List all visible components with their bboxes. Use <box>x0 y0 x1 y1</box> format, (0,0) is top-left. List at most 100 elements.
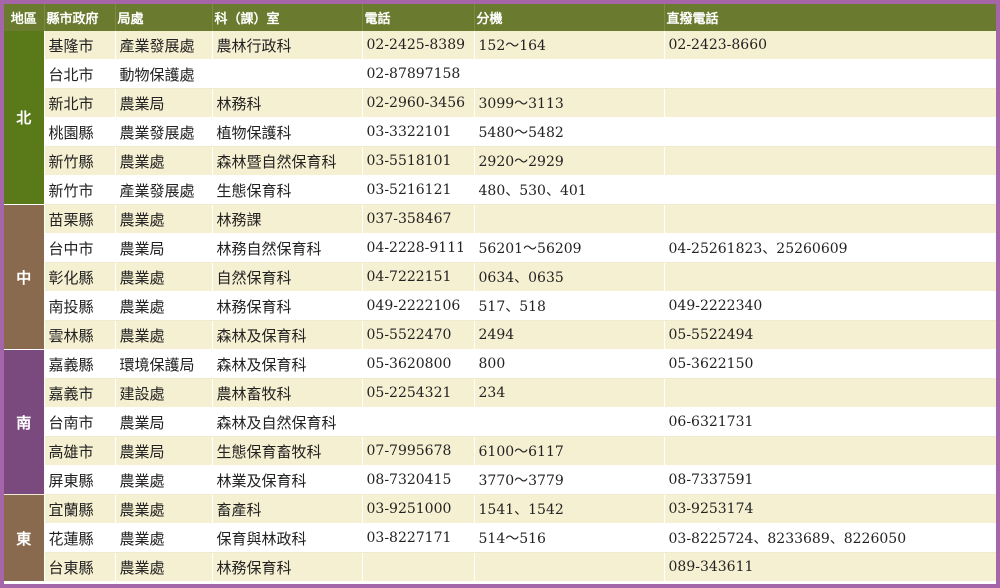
direct-phone-cell <box>664 88 996 118</box>
phone-cell: 05-2254321 <box>362 378 475 408</box>
extension-cell: 3099～3113 <box>474 88 665 118</box>
county-cell: 台南市 <box>44 407 116 437</box>
extension-cell: 800 <box>474 349 665 379</box>
bureau-cell: 農業處 <box>115 465 213 495</box>
extension-cell: 480、530、401 <box>474 175 665 205</box>
region-label: 北 <box>4 31 45 205</box>
header-region: 地區 <box>4 4 45 31</box>
bureau-cell: 農業局 <box>115 88 213 118</box>
section-cell: 林務保育科 <box>212 552 363 582</box>
county-cell: 高雄市 <box>44 436 116 466</box>
bureau-cell: 農業處 <box>115 291 213 321</box>
extension-cell: 56201～56209 <box>474 233 665 263</box>
section-cell: 農林畜牧科 <box>212 378 363 408</box>
section-cell: 森林及保育科 <box>212 320 363 350</box>
region-label: 南 <box>4 349 45 495</box>
section-cell: 自然保育科 <box>212 262 363 292</box>
direct-phone-cell <box>664 204 996 234</box>
extension-cell <box>474 552 665 582</box>
table-row: 屏東縣 農業處 林業及保育科 08-7320415 3770～3779 08-733759… <box>4 465 996 495</box>
extension-cell: 6100～6117 <box>474 436 665 466</box>
bureau-cell: 農業處 <box>115 494 213 524</box>
table-row: 中苗栗縣 農業處 林務課 037-358467 <box>4 204 996 350</box>
extension-cell <box>474 59 665 89</box>
direct-phone-cell: 05-5522494 <box>664 320 996 350</box>
table-row: 花蓮縣 農業處 保育與林政科 03-8227171 514～516 03-8225724、… <box>4 523 996 553</box>
direct-phone-cell: 049-2222340 <box>664 291 996 321</box>
section-cell: 林務保育科 <box>212 291 363 321</box>
direct-phone-cell <box>664 59 996 89</box>
bureau-cell: 環境保護局 <box>115 349 213 379</box>
bureau-cell: 農業局 <box>115 407 213 437</box>
header-phone: 電話 <box>362 4 475 31</box>
bureau-cell: 產業發展處 <box>115 175 213 205</box>
table-header-row: 地區 縣市政府 局處 科（課）室 電話 分機 直撥電話 <box>4 4 996 31</box>
section-cell: 生態保育科 <box>212 175 363 205</box>
direct-phone-cell: 06-6321731 <box>664 407 996 437</box>
direct-phone-cell: 02-2423-8660 <box>664 31 996 60</box>
bureau-cell: 建設處 <box>115 378 213 408</box>
phone-cell: 02-87897158 <box>362 59 475 89</box>
direct-phone-cell <box>664 262 996 292</box>
extension-cell: 3770～3779 <box>474 465 665 495</box>
direct-phone-cell: 08-7337591 <box>664 465 996 495</box>
contact-table-frame: 地區 縣市政府 局處 科（課）室 電話 分機 直撥電話 北基隆市 產業發展處 農林行… <box>4 4 996 584</box>
direct-phone-cell: 05-3622150 <box>664 349 996 379</box>
phone-cell <box>362 407 475 437</box>
header-section: 科（課）室 <box>212 4 363 31</box>
phone-cell: 07-7995678 <box>362 436 475 466</box>
direct-phone-cell <box>664 378 996 408</box>
table-row: 新北市 農業局 林務科 02-2960-3456 3099～3113 <box>4 88 996 118</box>
table-row: 嘉義市 建設處 農林畜牧科 05-2254321 234 <box>4 378 996 408</box>
section-cell: 森林及保育科 <box>212 349 363 379</box>
section-cell: 林務課 <box>212 204 363 234</box>
bureau-cell: 產業發展處 <box>115 31 213 60</box>
county-cell: 南投縣 <box>44 291 116 321</box>
section-cell: 森林暨自然保育科 <box>212 146 363 176</box>
phone-cell: 05-5522470 <box>362 320 475 350</box>
phone-cell: 03-5216121 <box>362 175 475 205</box>
table-row: 台北市 動物保護處 02-87897158 <box>4 59 996 89</box>
section-cell: 生態保育畜牧科 <box>212 436 363 466</box>
bureau-cell: 農業處 <box>115 146 213 176</box>
table-row: 台東縣 農業處 林務保育科 089-343611 <box>4 552 996 582</box>
bureau-cell: 農業處 <box>115 262 213 292</box>
county-cell: 花蓮縣 <box>44 523 116 553</box>
table-row: 新竹縣 農業處 森林暨自然保育科 03-5518101 2920～2929 <box>4 146 996 176</box>
bureau-cell: 農業處 <box>115 552 213 582</box>
extension-cell: 234 <box>474 378 665 408</box>
header-extension: 分機 <box>474 4 665 31</box>
direct-phone-cell: 03-9253174 <box>664 494 996 524</box>
county-cell: 彰化縣 <box>44 262 116 292</box>
table-row: 台中市 農業局 林務自然保育科 04-2228-9111 56201～56209 04-2… <box>4 233 996 263</box>
county-cell: 雲林縣 <box>44 320 116 350</box>
section-cell: 保育與林政科 <box>212 523 363 553</box>
region-label: 東 <box>4 494 45 582</box>
table-row: 彰化縣 農業處 自然保育科 04-7222151 0634、0635 <box>4 262 996 292</box>
bureau-cell: 農業處 <box>115 320 213 350</box>
bureau-cell: 動物保護處 <box>115 59 213 89</box>
section-cell: 森林及自然保育科 <box>212 407 363 437</box>
bureau-cell: 農業處 <box>115 204 213 234</box>
bureau-cell: 農業處 <box>115 523 213 553</box>
county-cell: 宜蘭縣 <box>44 494 116 524</box>
header-county: 縣市政府 <box>44 4 116 31</box>
bureau-cell: 農業局 <box>115 436 213 466</box>
county-cell: 新竹縣 <box>44 146 116 176</box>
direct-phone-cell <box>664 175 996 205</box>
extension-cell: 2920～2929 <box>474 146 665 176</box>
phone-cell: 03-3322101 <box>362 117 475 147</box>
direct-phone-cell: 04-25261823、25260609 <box>664 233 996 263</box>
county-cell: 嘉義市 <box>44 378 116 408</box>
direct-phone-cell: 03-8225724、8233689、8226050 <box>664 523 996 553</box>
direct-phone-cell <box>664 436 996 466</box>
section-cell: 畜產科 <box>212 494 363 524</box>
direct-phone-cell <box>664 146 996 176</box>
phone-cell: 04-7222151 <box>362 262 475 292</box>
county-cell: 台北市 <box>44 59 116 89</box>
county-cell: 新北市 <box>44 88 116 118</box>
table-row: 雲林縣 農業處 森林及保育科 05-5522470 2494 05-5522494 <box>4 320 996 350</box>
region-label: 中 <box>4 204 45 350</box>
section-cell <box>212 59 363 89</box>
section-cell: 林業及保育科 <box>212 465 363 495</box>
